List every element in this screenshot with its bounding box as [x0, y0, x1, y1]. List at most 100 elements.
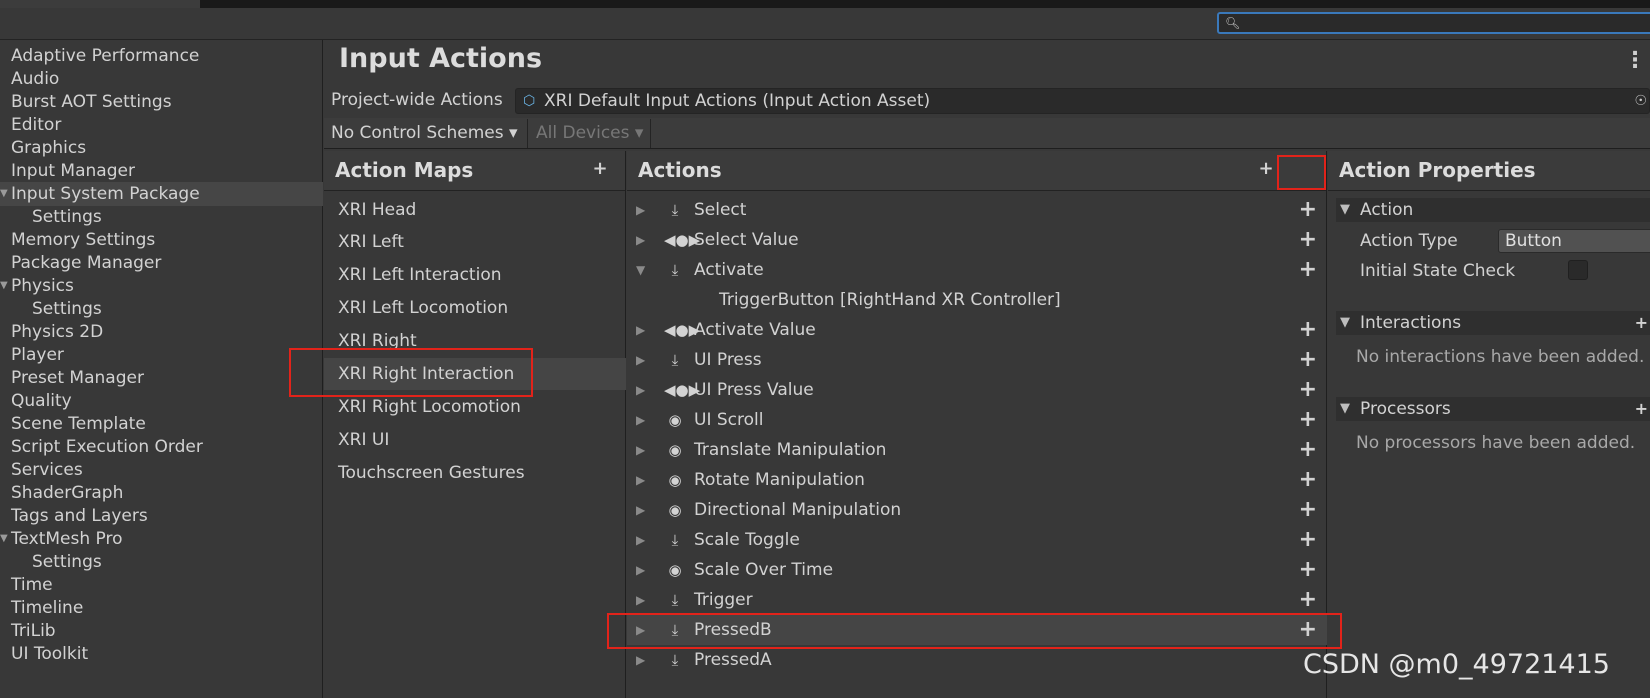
sidebar-item-shadergraph[interactable]: ShaderGraph: [0, 481, 323, 505]
action-row[interactable]: ▶ ◉ UI Scroll +: [627, 405, 1327, 435]
sidebar-item-textmesh-pro[interactable]: ▼ TextMesh Pro: [0, 527, 323, 551]
action-row[interactable]: ▶ ⤓ Select +: [627, 195, 1327, 225]
expand-arrow-icon[interactable]: ▶: [636, 495, 645, 525]
sidebar-item-services[interactable]: Services: [0, 458, 323, 482]
expand-arrow-icon[interactable]: ▶: [636, 195, 645, 225]
sidebar-item-player[interactable]: Player: [0, 343, 323, 367]
action-map-xri-ui[interactable]: XRI UI: [324, 424, 626, 456]
expand-arrow-icon[interactable]: ▶: [636, 525, 645, 555]
action-map-xri-right[interactable]: XRI Right: [324, 325, 626, 357]
sidebar-item-audio[interactable]: Audio: [0, 67, 323, 91]
expand-arrow-icon[interactable]: ▶: [636, 225, 645, 255]
action-map-xri-right-interaction[interactable]: XRI Right Interaction: [324, 358, 626, 390]
add-binding-icon[interactable]: +: [1299, 525, 1317, 555]
search-input[interactable]: 🔍︎: [1217, 12, 1650, 34]
action-type-dropdown[interactable]: Button: [1498, 229, 1650, 253]
action-row[interactable]: ▶ ◀●▶ UI Press Value +: [627, 375, 1327, 405]
sidebar-item-trilib[interactable]: TriLib: [0, 619, 323, 643]
add-binding-icon[interactable]: +: [1299, 405, 1317, 435]
action-map-xri-head[interactable]: XRI Head: [324, 194, 626, 226]
processors-section-header[interactable]: ▼ Processors +: [1336, 397, 1650, 421]
sidebar-item-physics-settings[interactable]: Settings: [0, 297, 323, 321]
sidebar-item-input-manager[interactable]: Input Manager: [0, 159, 323, 183]
add-interaction-icon[interactable]: +: [1635, 311, 1648, 335]
window-tab[interactable]: [0, 0, 200, 8]
action-map-touchscreen-gestures[interactable]: Touchscreen Gestures: [324, 457, 626, 489]
sidebar-item-graphics[interactable]: Graphics: [0, 136, 323, 160]
add-binding-icon[interactable]: +: [1299, 585, 1317, 615]
sidebar-item-package-manager[interactable]: Package Manager: [0, 251, 323, 275]
add-processor-icon[interactable]: +: [1635, 397, 1648, 421]
expand-arrow-icon[interactable]: ▶: [636, 345, 645, 375]
action-map-xri-left-locomotion[interactable]: XRI Left Locomotion: [324, 292, 626, 324]
fold-down-icon[interactable]: ▼: [1340, 198, 1350, 222]
add-binding-icon[interactable]: +: [1299, 465, 1317, 495]
add-binding-icon[interactable]: +: [1299, 555, 1317, 585]
action-row[interactable]: ▶ ◉ Scale Over Time +: [627, 555, 1327, 585]
action-row[interactable]: ▶ ◉ Rotate Manipulation +: [627, 465, 1327, 495]
add-binding-icon[interactable]: +: [1299, 195, 1317, 225]
action-section-header[interactable]: ▼ Action: [1336, 198, 1650, 222]
add-binding-icon[interactable]: +: [1299, 495, 1317, 525]
add-binding-icon[interactable]: +: [1299, 375, 1317, 405]
sidebar-item-ui-toolkit[interactable]: UI Toolkit: [0, 642, 323, 666]
sidebar-item-editor[interactable]: Editor: [0, 113, 323, 137]
expand-arrow-icon[interactable]: ▶: [636, 405, 645, 435]
add-binding-icon[interactable]: +: [1299, 435, 1317, 465]
action-map-xri-left-interaction[interactable]: XRI Left Interaction: [324, 259, 626, 291]
sidebar-item-scene-template[interactable]: Scene Template: [0, 412, 323, 436]
binding-row[interactable]: TriggerButton [RightHand XR Controller]: [627, 285, 1327, 315]
collapse-arrow-icon[interactable]: ▼: [636, 255, 645, 285]
sidebar-item-memory-settings[interactable]: Memory Settings: [0, 228, 323, 252]
action-row[interactable]: ▶ ◀●▶ Select Value +: [627, 225, 1327, 255]
fold-down-icon[interactable]: ▼: [0, 527, 8, 551]
initial-state-checkbox[interactable]: [1568, 260, 1588, 280]
add-action-button[interactable]: +: [1254, 157, 1278, 181]
sidebar-item-adaptive-performance[interactable]: Adaptive Performance: [0, 44, 323, 68]
sidebar-item-physics-2d[interactable]: Physics 2D: [0, 320, 323, 344]
expand-arrow-icon[interactable]: ▶: [636, 615, 645, 645]
action-map-xri-right-locomotion[interactable]: XRI Right Locomotion: [324, 391, 626, 423]
action-row[interactable]: ▶ ⤓ Trigger +: [627, 585, 1327, 615]
action-row[interactable]: ▼ ⤓ Activate +: [627, 255, 1327, 285]
add-binding-icon[interactable]: +: [1299, 345, 1317, 375]
expand-arrow-icon[interactable]: ▶: [636, 315, 645, 345]
object-picker-icon[interactable]: ☉: [1634, 89, 1647, 113]
sidebar-item-quality[interactable]: Quality: [0, 389, 323, 413]
add-binding-icon[interactable]: +: [1299, 255, 1317, 285]
expand-arrow-icon[interactable]: ▶: [636, 375, 645, 405]
sidebar-item-preset-manager[interactable]: Preset Manager: [0, 366, 323, 390]
expand-arrow-icon[interactable]: ▶: [636, 555, 645, 585]
sidebar-item-tags-and-layers[interactable]: Tags and Layers: [0, 504, 323, 528]
control-schemes-dropdown[interactable]: No Control Schemes ▾: [324, 119, 528, 148]
expand-arrow-icon[interactable]: ▶: [636, 435, 645, 465]
add-binding-icon[interactable]: +: [1299, 225, 1317, 255]
more-options-icon[interactable]: ⋮: [1624, 48, 1646, 73]
action-row[interactable]: ▶ ⤓ UI Press +: [627, 345, 1327, 375]
sidebar-item-input-system-package[interactable]: ▼ Input System Package: [0, 182, 323, 206]
devices-dropdown[interactable]: All Devices ▾: [529, 119, 651, 148]
sidebar-item-physics[interactable]: ▼ Physics: [0, 274, 323, 298]
fold-down-icon[interactable]: ▼: [0, 274, 8, 298]
expand-arrow-icon[interactable]: ▶: [636, 585, 645, 615]
fold-down-icon[interactable]: ▼: [1340, 397, 1350, 421]
action-row[interactable]: ▶ ⤓ PressedB +: [627, 615, 1327, 645]
expand-arrow-icon[interactable]: ▶: [636, 465, 645, 495]
fold-down-icon[interactable]: ▼: [1340, 311, 1350, 335]
add-action-map-button[interactable]: +: [588, 157, 612, 181]
sidebar-item-script-execution-order[interactable]: Script Execution Order: [0, 435, 323, 459]
action-row[interactable]: ▶ ◉ Directional Manipulation +: [627, 495, 1327, 525]
action-map-xri-left[interactable]: XRI Left: [324, 226, 626, 258]
sidebar-item-time[interactable]: Time: [0, 573, 323, 597]
project-wide-actions-field[interactable]: ⬡ XRI Default Input Actions (Input Actio…: [515, 88, 1650, 114]
fold-down-icon[interactable]: ▼: [0, 182, 8, 206]
action-row[interactable]: ▶ ◀●▶ Activate Value +: [627, 315, 1327, 345]
interactions-section-header[interactable]: ▼ Interactions +: [1336, 311, 1650, 335]
action-row[interactable]: ▶ ⤓ PressedA: [627, 645, 1327, 675]
expand-arrow-icon[interactable]: ▶: [636, 645, 645, 675]
add-binding-icon[interactable]: +: [1299, 615, 1317, 645]
sidebar-item-textmesh-settings[interactable]: Settings: [0, 550, 323, 574]
sidebar-item-timeline[interactable]: Timeline: [0, 596, 323, 620]
sidebar-item-burst-aot[interactable]: Burst AOT Settings: [0, 90, 323, 114]
sidebar-item-input-settings[interactable]: Settings: [0, 205, 323, 229]
